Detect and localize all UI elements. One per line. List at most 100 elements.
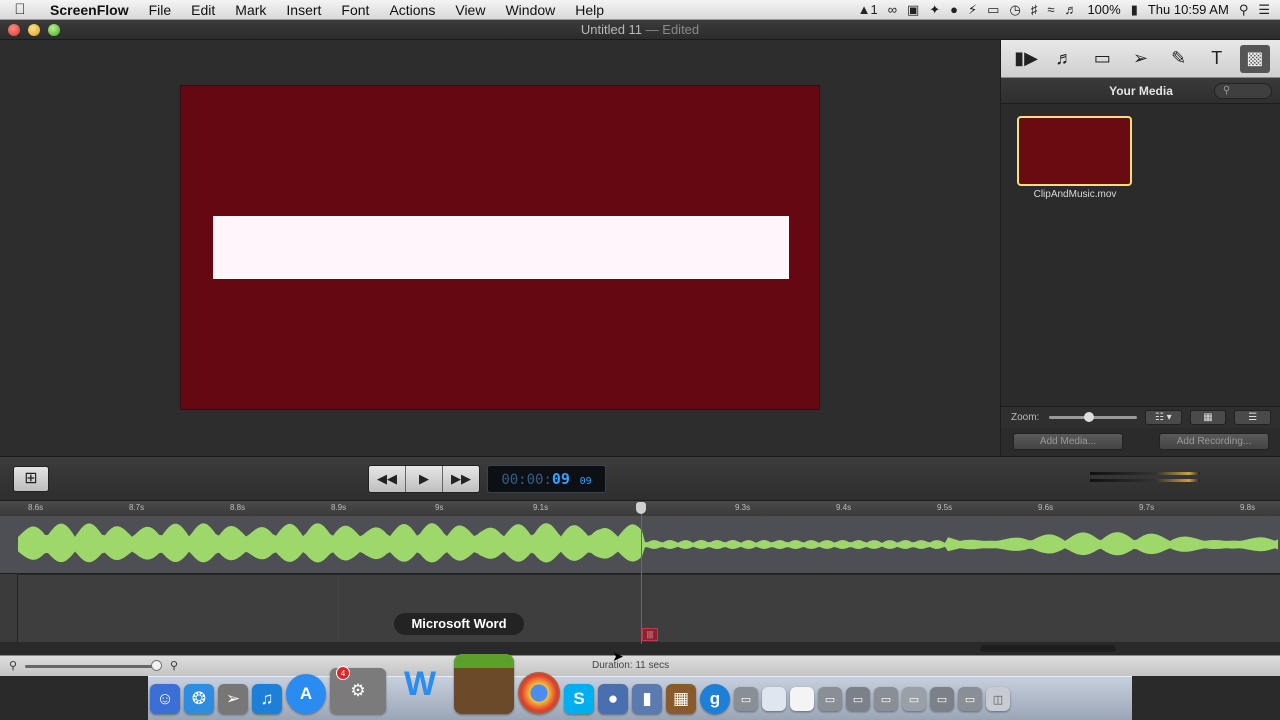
audio-waveform[interactable]	[18, 518, 1280, 572]
clock[interactable]: Thu 10:59 AM	[1148, 2, 1229, 17]
annotations-pen-icon[interactable]: ✎	[1164, 45, 1194, 73]
battery-percent[interactable]: 100%	[1087, 2, 1120, 17]
menu-actions[interactable]: Actions	[379, 0, 445, 20]
crafting-table-icon[interactable]: ▦	[666, 684, 696, 714]
imovie-icon[interactable]: ▮	[632, 684, 662, 714]
zoom-window-button[interactable]	[48, 24, 60, 36]
notification-list-icon[interactable]: ☰	[1258, 2, 1270, 18]
menu-file[interactable]: File	[139, 0, 182, 20]
trash-icon[interactable]: ◫	[986, 687, 1010, 711]
media-zoom-row: Zoom: ☷ ▾ ▦ ☰	[1001, 406, 1280, 428]
text-bar-shape[interactable]	[213, 216, 789, 279]
apple-menu-icon[interactable]: 	[0, 1, 40, 18]
wifi-icon[interactable]: ≈	[1047, 2, 1054, 17]
dock-window-thumbnail-icon[interactable]: ▭	[818, 687, 842, 711]
minimize-window-button[interactable]	[28, 24, 40, 36]
playhead-line[interactable]	[641, 514, 642, 644]
media-zoom-slider[interactable]	[1049, 412, 1137, 422]
google-icon[interactable]: g	[700, 684, 730, 714]
search-icon: ⚲	[1223, 85, 1231, 96]
camera-icon[interactable]: ▣	[907, 2, 919, 18]
canvas-area[interactable]	[0, 40, 1000, 456]
play-icon[interactable]: ▶	[406, 466, 443, 492]
bluetooth-icon[interactable]: ♯	[1031, 2, 1038, 17]
add-media-button[interactable]: Add Media...	[1013, 433, 1123, 450]
text-icon[interactable]: T	[1202, 45, 1232, 73]
evernote-icon[interactable]: ●	[950, 2, 958, 17]
dock-window-thumbnail-icon[interactable]: ▭	[930, 687, 954, 711]
screenflow-icon[interactable]: ●	[598, 684, 628, 714]
waveform-shape	[18, 523, 1278, 563]
zoom-label: Zoom:	[1011, 412, 1040, 423]
tick-label: 9.8s	[1240, 503, 1256, 512]
timecode-seconds: 09	[551, 470, 570, 488]
audio-level-meter	[1090, 472, 1208, 486]
safari-icon[interactable]: ❂	[184, 684, 214, 714]
audio-speaker-icon[interactable]: ♬	[1049, 45, 1079, 73]
window-title: Untitled 11	[580, 22, 643, 37]
video-preview[interactable]	[180, 85, 820, 410]
timeline-zoom-slider[interactable]	[25, 665, 161, 668]
chrome-icon[interactable]	[518, 672, 560, 714]
menu-font[interactable]: Font	[331, 0, 379, 20]
timecode-display: 00:00:09 09	[487, 465, 606, 493]
media-header: Your Media ⚲	[1001, 78, 1280, 104]
menu-window[interactable]: Window	[495, 0, 565, 20]
dock-window-thumbnail-icon[interactable]: ▭	[874, 687, 898, 711]
adobe-icon[interactable]: ▲1	[858, 2, 878, 17]
app-store-icon[interactable]: A	[286, 674, 326, 714]
menu-help[interactable]: Help	[565, 0, 614, 20]
battery-icon[interactable]: ▮	[1131, 2, 1138, 18]
menu-app-name[interactable]: ScreenFlow	[40, 0, 139, 20]
playhead-marker[interactable]: |||	[642, 628, 658, 641]
menu-edit[interactable]: Edit	[181, 0, 225, 20]
media-search-field[interactable]: ⚲	[1214, 83, 1272, 99]
callout-cursor-icon[interactable]: ➢	[1125, 45, 1155, 73]
minecraft-icon[interactable]	[454, 654, 514, 714]
media-library-icon[interactable]: ▩	[1239, 44, 1270, 73]
grid-options-button[interactable]: ☷ ▾	[1144, 410, 1182, 425]
dock-window-thumbnail-icon[interactable]	[762, 687, 786, 711]
media-zoom-knob[interactable]	[1084, 412, 1095, 422]
dock-window-thumbnail-icon[interactable]: ▭	[958, 687, 982, 711]
bolt-icon[interactable]: ⚡	[968, 2, 977, 18]
dock-window-thumbnail-icon[interactable]: ▭	[902, 687, 926, 711]
video-camera-icon[interactable]: ▮▶	[1011, 45, 1041, 73]
media-thumbnail[interactable]	[1017, 116, 1132, 186]
screen-icon[interactable]: ▭	[1087, 45, 1117, 73]
dock-window-thumbnail-icon[interactable]: ▭	[846, 687, 870, 711]
list-view-button[interactable]: ☰	[1234, 410, 1272, 425]
tick-label: 8.6s	[28, 503, 44, 512]
tools-icon[interactable]: ✦	[929, 2, 940, 18]
skype-icon[interactable]: S	[564, 684, 594, 714]
rewind-icon[interactable]: ◀◀	[369, 466, 406, 492]
tick-label: 9.6s	[1038, 503, 1054, 512]
menu-mark[interactable]: Mark	[225, 0, 276, 20]
finder-icon[interactable]: ☺	[150, 684, 180, 714]
dock-window-thumbnail-icon[interactable]	[790, 687, 814, 711]
menu-insert[interactable]: Insert	[276, 0, 331, 20]
close-window-button[interactable]	[8, 24, 20, 36]
zoom-out-icon[interactable]: ⚲	[9, 659, 17, 672]
grid-view-button[interactable]: ▦	[1189, 410, 1227, 425]
itunes-icon[interactable]: ♫	[252, 684, 282, 714]
tick-label: 9.3s	[735, 503, 751, 512]
crop-icon[interactable]: ⊞	[13, 466, 49, 492]
mouse-cursor-icon: ➤	[612, 648, 624, 664]
menu-view[interactable]: View	[445, 0, 495, 20]
dock-window-thumbnail-icon[interactable]: ▭	[734, 687, 758, 711]
window-titlebar: Untitled 11 — Edited	[0, 20, 1280, 40]
infinity-icon[interactable]: ∞	[888, 2, 897, 17]
window-state: Edited	[662, 22, 700, 37]
playhead-handle[interactable]	[636, 502, 646, 514]
menu-bar:  ScreenFlow File Edit Mark Insert Font …	[0, 0, 1280, 20]
transport-bar: ⊞ ◀◀ ▶ ▶▶ 00:00:09 09	[0, 456, 1280, 500]
launchpad-icon[interactable]: ➢	[218, 684, 248, 714]
fast-forward-icon[interactable]: ▶▶	[443, 466, 479, 492]
spotlight-search-icon[interactable]: ⚲	[1239, 2, 1249, 18]
add-recording-button[interactable]: Add Recording...	[1159, 433, 1269, 450]
time-machine-icon[interactable]: ◷	[1009, 2, 1020, 18]
microsoft-word-icon[interactable]: W	[390, 654, 450, 714]
airplay-icon[interactable]: ▭	[987, 2, 999, 18]
volume-icon[interactable]: ♬	[1064, 2, 1077, 17]
